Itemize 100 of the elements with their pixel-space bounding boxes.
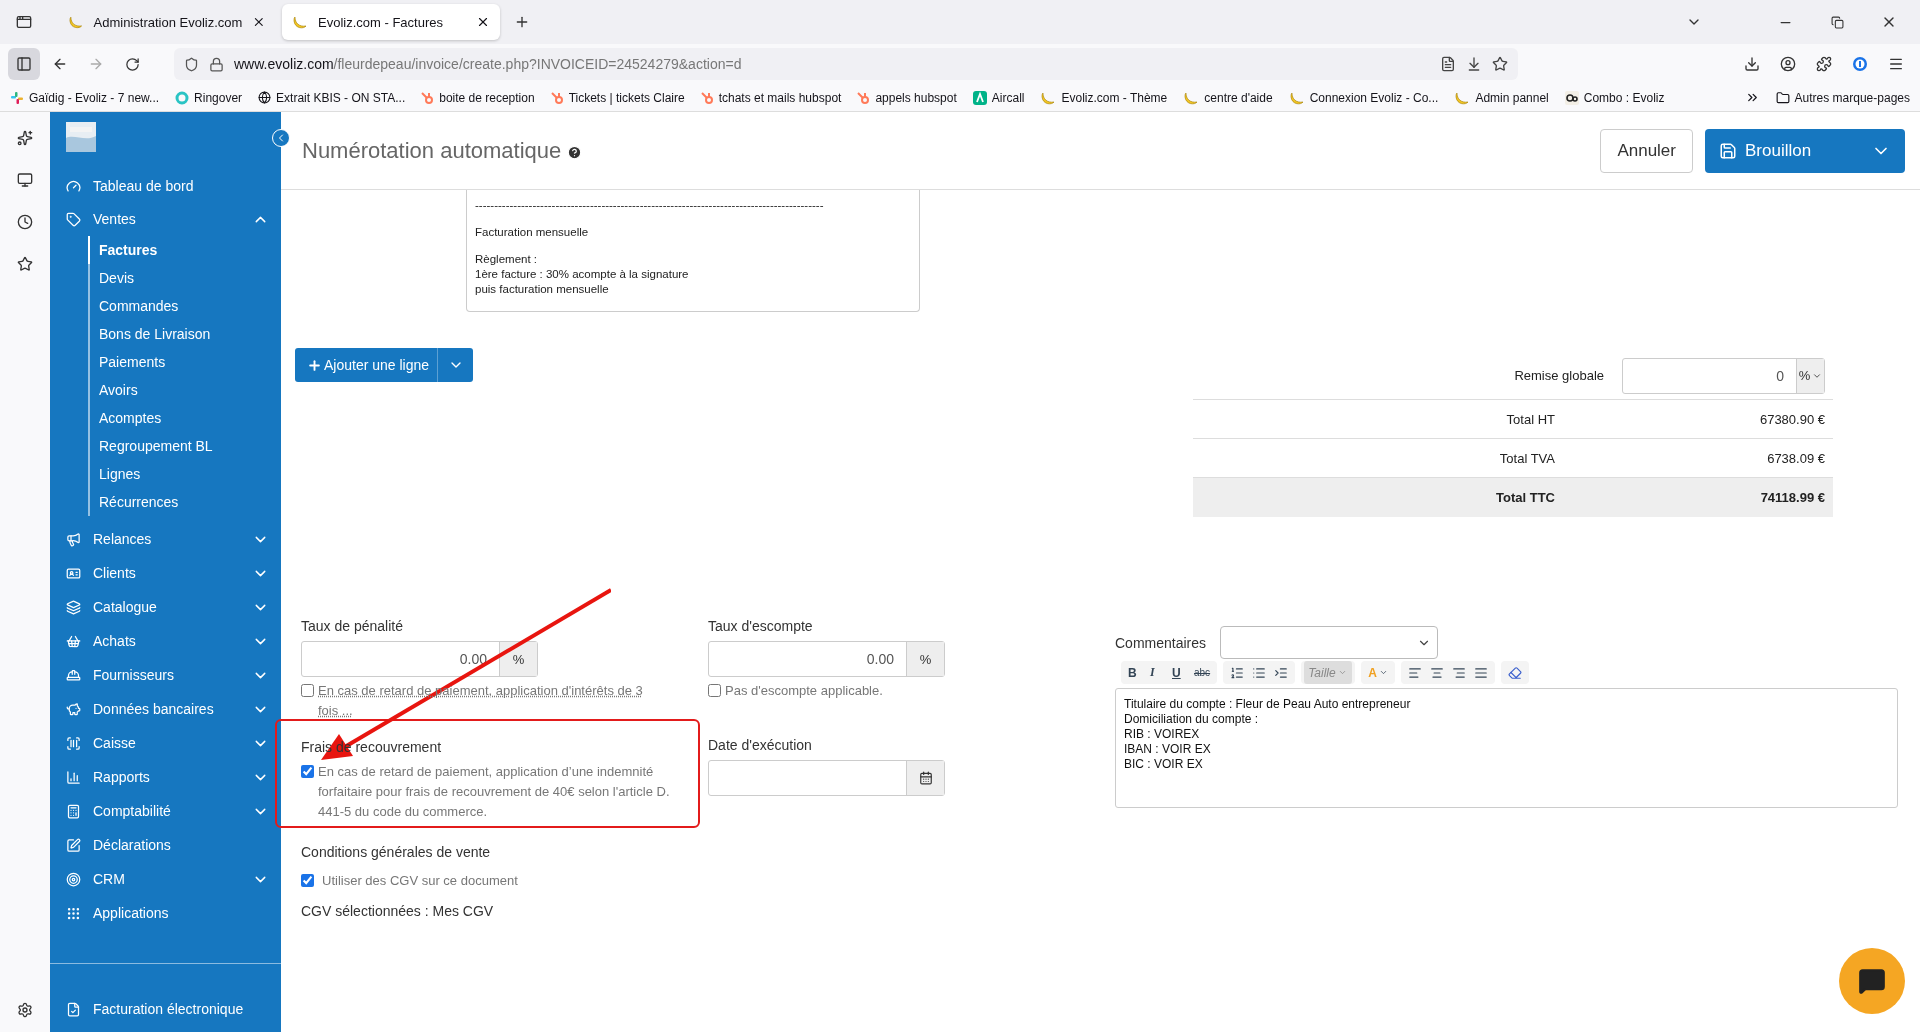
- star-icon[interactable]: [1492, 56, 1508, 72]
- calculator-icon: [66, 803, 81, 819]
- bookmark[interactable]: Connexion Evoliz - Co...: [1288, 89, 1439, 106]
- notes-field[interactable]: ------------------------------------------------------------------------------------------- Facturation mensuelle Règlement : 1ère facture : 30% acompte à la signature puis facturation mensuelle: [466, 190, 920, 312]
- sidebar-item[interactable]: Facturation électronique: [50, 992, 281, 1026]
- submenu-item[interactable]: Acomptes: [90, 404, 281, 432]
- submenu-item[interactable]: Factures: [88, 236, 281, 264]
- underline-button[interactable]: U: [1168, 661, 1190, 684]
- bookmark[interactable]: Gaïdig - Evoliz - 7 new...: [10, 90, 160, 105]
- sidebar-item[interactable]: Clients: [50, 556, 281, 590]
- total-row: Total TTC 74118.99 €: [1193, 478, 1833, 517]
- browser-tab[interactable]: Evoliz.com - Factures: [282, 4, 500, 40]
- address-bar[interactable]: www.evoliz.com/fleurdepeau/invoice/create.php?INVOICEID=24524279&action=d: [174, 48, 1518, 80]
- gauge-icon: [66, 178, 81, 194]
- cancel-button[interactable]: Annuler: [1600, 128, 1693, 173]
- ring-icon: [175, 90, 190, 105]
- discount-label: Remise globale: [1514, 368, 1604, 383]
- numbered-list-icon: [1230, 665, 1245, 680]
- sprocket-icon: [421, 90, 435, 105]
- submenu-item[interactable]: Commandes: [90, 292, 281, 320]
- bookmark[interactable]: Admin pannel: [1454, 89, 1549, 106]
- submenu-item[interactable]: Récurrences: [90, 488, 281, 516]
- date-field[interactable]: [708, 760, 945, 796]
- sidebar-item[interactable]: Ventes: [50, 202, 281, 236]
- close-icon[interactable]: [476, 15, 490, 29]
- id-card-icon: [66, 565, 81, 581]
- close-icon[interactable]: [252, 15, 266, 29]
- checkbox[interactable]: [301, 684, 314, 697]
- bookmark[interactable]: Aircall: [972, 90, 1025, 105]
- sidebar-item[interactable]: Déclarations: [50, 828, 281, 862]
- bold-button[interactable]: B: [1124, 661, 1146, 684]
- checkbox-label: Utiliser des CGV sur ce document: [322, 872, 518, 890]
- submenu-item[interactable]: Regroupement BL: [90, 432, 281, 460]
- bookmark[interactable]: Ringover: [175, 90, 243, 105]
- bookmark[interactable]: tchats et mails hubspot: [700, 90, 842, 105]
- bookmark-folder[interactable]: Autres marque-pages: [1775, 90, 1910, 105]
- sidebar-item[interactable]: CRM: [50, 862, 281, 896]
- field-label: Frais de recouvrement: [301, 739, 442, 755]
- bookmark[interactable]: appels hubspot: [857, 90, 957, 105]
- folder-icon: [1775, 90, 1790, 105]
- browser-tab[interactable]: Administration Evoliz.com: [58, 4, 276, 40]
- strikethrough-button[interactable]: abc: [1190, 661, 1215, 684]
- checkbox-label: Pas d'escompte applicable.: [725, 682, 883, 700]
- submenu-item[interactable]: Paiements: [90, 348, 281, 376]
- download-icon[interactable]: [1466, 56, 1482, 72]
- field-label: Date d'exécution: [708, 737, 812, 753]
- sprocket-icon: [700, 90, 714, 105]
- chat-icon: [1858, 967, 1886, 995]
- penalty-rate-field[interactable]: 0.00 %: [301, 641, 538, 677]
- bookmark[interactable]: centre d'aide: [1183, 89, 1273, 106]
- sidebar-item[interactable]: Caisse: [50, 726, 281, 760]
- lock-icon: [209, 56, 224, 72]
- checkbox[interactable]: [301, 874, 314, 887]
- submenu-item[interactable]: Bons de Livraison: [90, 320, 281, 348]
- bookmark[interactable]: Tickets | tickets Claire: [550, 90, 685, 105]
- sidebar-item[interactable]: Relances: [50, 522, 281, 556]
- bookmark[interactable]: Combo : Evoliz: [1564, 90, 1665, 105]
- sidebar-item[interactable]: Achats: [50, 624, 281, 658]
- discount-field[interactable]: 0 %: [1622, 357, 1825, 394]
- checkbox-label: En cas de retard de paiement, application d’une indemnité forfaitaire pour frais de recouvrement de 40€ selon l'article D. 441-5 du code du commerce.: [318, 763, 671, 821]
- sidebar-item[interactable]: Données bancaires: [50, 692, 281, 726]
- font-size-dropdown[interactable]: Taille: [1304, 661, 1353, 684]
- submenu-item[interactable]: Lignes: [90, 460, 281, 488]
- sidebar-item[interactable]: Applications: [50, 896, 281, 930]
- save-draft-button[interactable]: Brouillon: [1705, 128, 1905, 173]
- collapse-sidebar-button[interactable]: [272, 129, 290, 147]
- sidebar-item[interactable]: Tableau de bord: [50, 170, 281, 202]
- sidebar-toggle-icon[interactable]: [8, 48, 40, 80]
- sidebar-item[interactable]: Rapports: [50, 760, 281, 794]
- cgv-selection-text: CGV sélectionnées : Mes CGV: [301, 903, 494, 919]
- bookmark[interactable]: boite de reception: [421, 90, 535, 105]
- banana-icon: [68, 14, 84, 30]
- reader-icon[interactable]: [1440, 56, 1456, 72]
- plus-icon: [307, 357, 322, 373]
- sidebar-item[interactable]: Comptabilité: [50, 794, 281, 828]
- discount-rate-field[interactable]: 0.00 %: [708, 641, 945, 677]
- comments-editor[interactable]: Titulaire du compte : Fleur de Peau Auto entrepreneur Domiciliation du compte : RIB : VOIREX IBAN : VOIR EX BIC : VOIR EX: [1115, 688, 1898, 808]
- piggy-bank-icon: [66, 701, 81, 717]
- sprocket-icon: [857, 90, 871, 105]
- italic-button[interactable]: I: [1146, 661, 1168, 684]
- checkbox[interactable]: [708, 684, 721, 697]
- submenu-item[interactable]: Devis: [90, 264, 281, 292]
- basket-icon: [66, 633, 81, 649]
- sidebar-item[interactable]: Catalogue: [50, 590, 281, 624]
- caret-icon: [1337, 668, 1347, 677]
- checkbox[interactable]: [301, 765, 314, 778]
- align-left-icon: [1407, 665, 1422, 680]
- bookmark[interactable]: Extrait KBIS - ON STA...: [258, 90, 406, 105]
- banana-icon: [292, 14, 308, 30]
- grid-icon: [66, 905, 81, 921]
- shield-icon: [184, 56, 199, 72]
- field-label: Commentaires: [1115, 634, 1207, 651]
- submenu-item[interactable]: Avoirs: [90, 376, 281, 404]
- layers-icon: [66, 599, 81, 615]
- combo-icon: [1564, 90, 1579, 105]
- bookmark[interactable]: Evoliz.com - Thème: [1040, 89, 1168, 106]
- help-icon[interactable]: [567, 145, 583, 160]
- bullet-list-icon: [1252, 665, 1267, 680]
- pen-square-icon: [66, 837, 81, 853]
- sidebar-item[interactable]: Fournisseurs: [50, 658, 281, 692]
